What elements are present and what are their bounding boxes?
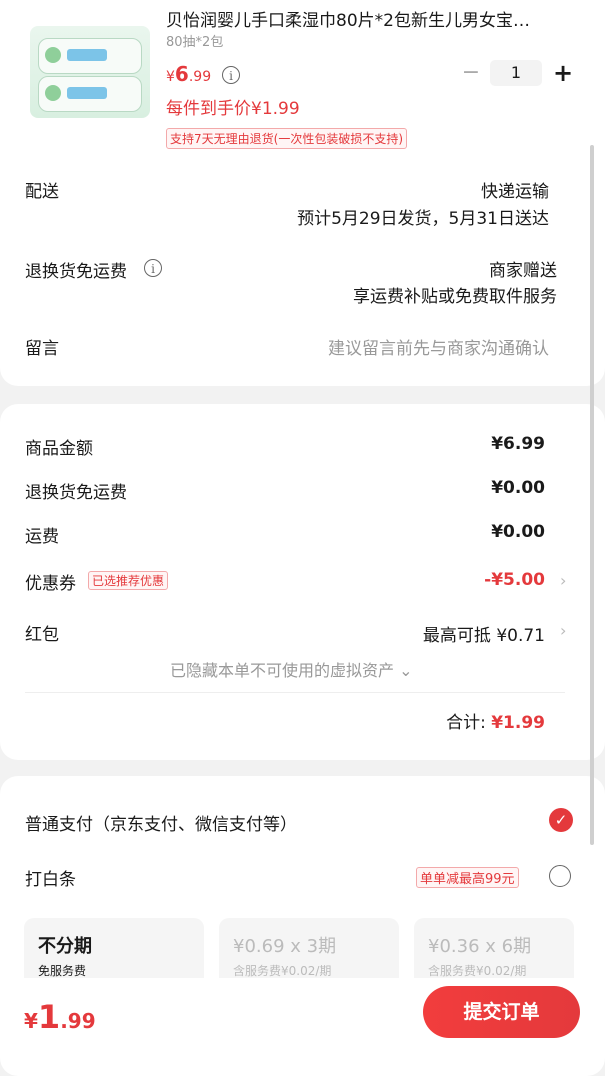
return-freight-desc: 享运费补贴或免费取件服务 bbox=[353, 287, 557, 307]
total-value: ¥1.99 bbox=[491, 713, 545, 733]
baitiao-label[interactable]: 打白条 bbox=[25, 865, 76, 890]
freight-label: 运费 bbox=[25, 527, 59, 547]
return-freight-summary-value: ¥0.00 bbox=[491, 478, 545, 498]
check-icon[interactable]: ✓ bbox=[549, 808, 573, 832]
return-freight-summary-label: 退换货免运费 bbox=[25, 483, 127, 503]
goods-amount-value: ¥6.99 bbox=[491, 434, 545, 454]
info-icon[interactable]: i bbox=[144, 259, 162, 277]
coupon-selected-tag: 已选推荐优惠 bbox=[88, 571, 169, 590]
delivery-label: 配送 bbox=[25, 182, 59, 202]
chevron-right-icon[interactable]: › bbox=[560, 621, 566, 640]
summary-divider bbox=[25, 692, 565, 693]
return-policy-tag: 支持7天无理由退货(一次性包装破损不支持) bbox=[166, 128, 407, 149]
goods-amount-label: 商品金额 bbox=[25, 439, 93, 459]
product-name[interactable]: 贝怡润婴儿手口柔湿巾80片*2包新生儿男女宝… bbox=[166, 6, 586, 31]
quantity-input[interactable]: 1 bbox=[490, 60, 542, 86]
freight-value: ¥0.00 bbox=[491, 522, 545, 542]
product-price: ¥6.99 bbox=[166, 62, 212, 86]
message-label: 留言 bbox=[25, 339, 59, 359]
message-input[interactable]: 建议留言前先与商家沟通确认 bbox=[328, 334, 549, 359]
baitiao-tag: 单单减最高99元 bbox=[416, 867, 519, 888]
normal-payment-label[interactable]: 普通支付（京东支付、微信支付等） bbox=[25, 810, 297, 835]
hidden-assets-note[interactable]: 已隐藏本单不可使用的虚拟资产 ⌄ bbox=[170, 657, 413, 681]
total-row: 合计: ¥1.99 bbox=[446, 708, 545, 733]
return-freight-label: 退换货免运费 bbox=[25, 262, 127, 282]
quantity-plus-button[interactable]: + bbox=[552, 60, 574, 86]
baitiao-radio[interactable] bbox=[549, 865, 571, 887]
product-spec[interactable]: 80抽*2包 bbox=[166, 31, 223, 50]
coupon-value[interactable]: -¥5.00 bbox=[484, 570, 545, 590]
total-label: 合计: bbox=[446, 713, 486, 733]
delivery-estimate[interactable]: 预计5月29日发货，5月31日送达 bbox=[297, 204, 549, 229]
info-icon[interactable]: i bbox=[222, 66, 240, 84]
chevron-right-icon[interactable]: › bbox=[560, 571, 566, 590]
daily-price: 每件到手价¥1.99 bbox=[166, 99, 300, 119]
quantity-minus-button[interactable]: − bbox=[460, 62, 482, 84]
return-freight-value: 商家赠送 bbox=[489, 261, 557, 281]
redpack-value[interactable]: 最高可抵 ¥0.71 bbox=[423, 621, 545, 646]
bottom-total: ¥1.99 bbox=[24, 998, 96, 1036]
redpack-label: 红包 bbox=[25, 625, 59, 645]
scrollbar[interactable] bbox=[590, 145, 594, 845]
delivery-method[interactable]: 快递运输 bbox=[481, 177, 549, 202]
chevron-down-icon: ⌄ bbox=[399, 661, 413, 680]
coupon-label: 优惠券 bbox=[25, 574, 76, 594]
product-image[interactable] bbox=[30, 26, 150, 118]
submit-order-button[interactable]: 提交订单 bbox=[423, 986, 580, 1038]
